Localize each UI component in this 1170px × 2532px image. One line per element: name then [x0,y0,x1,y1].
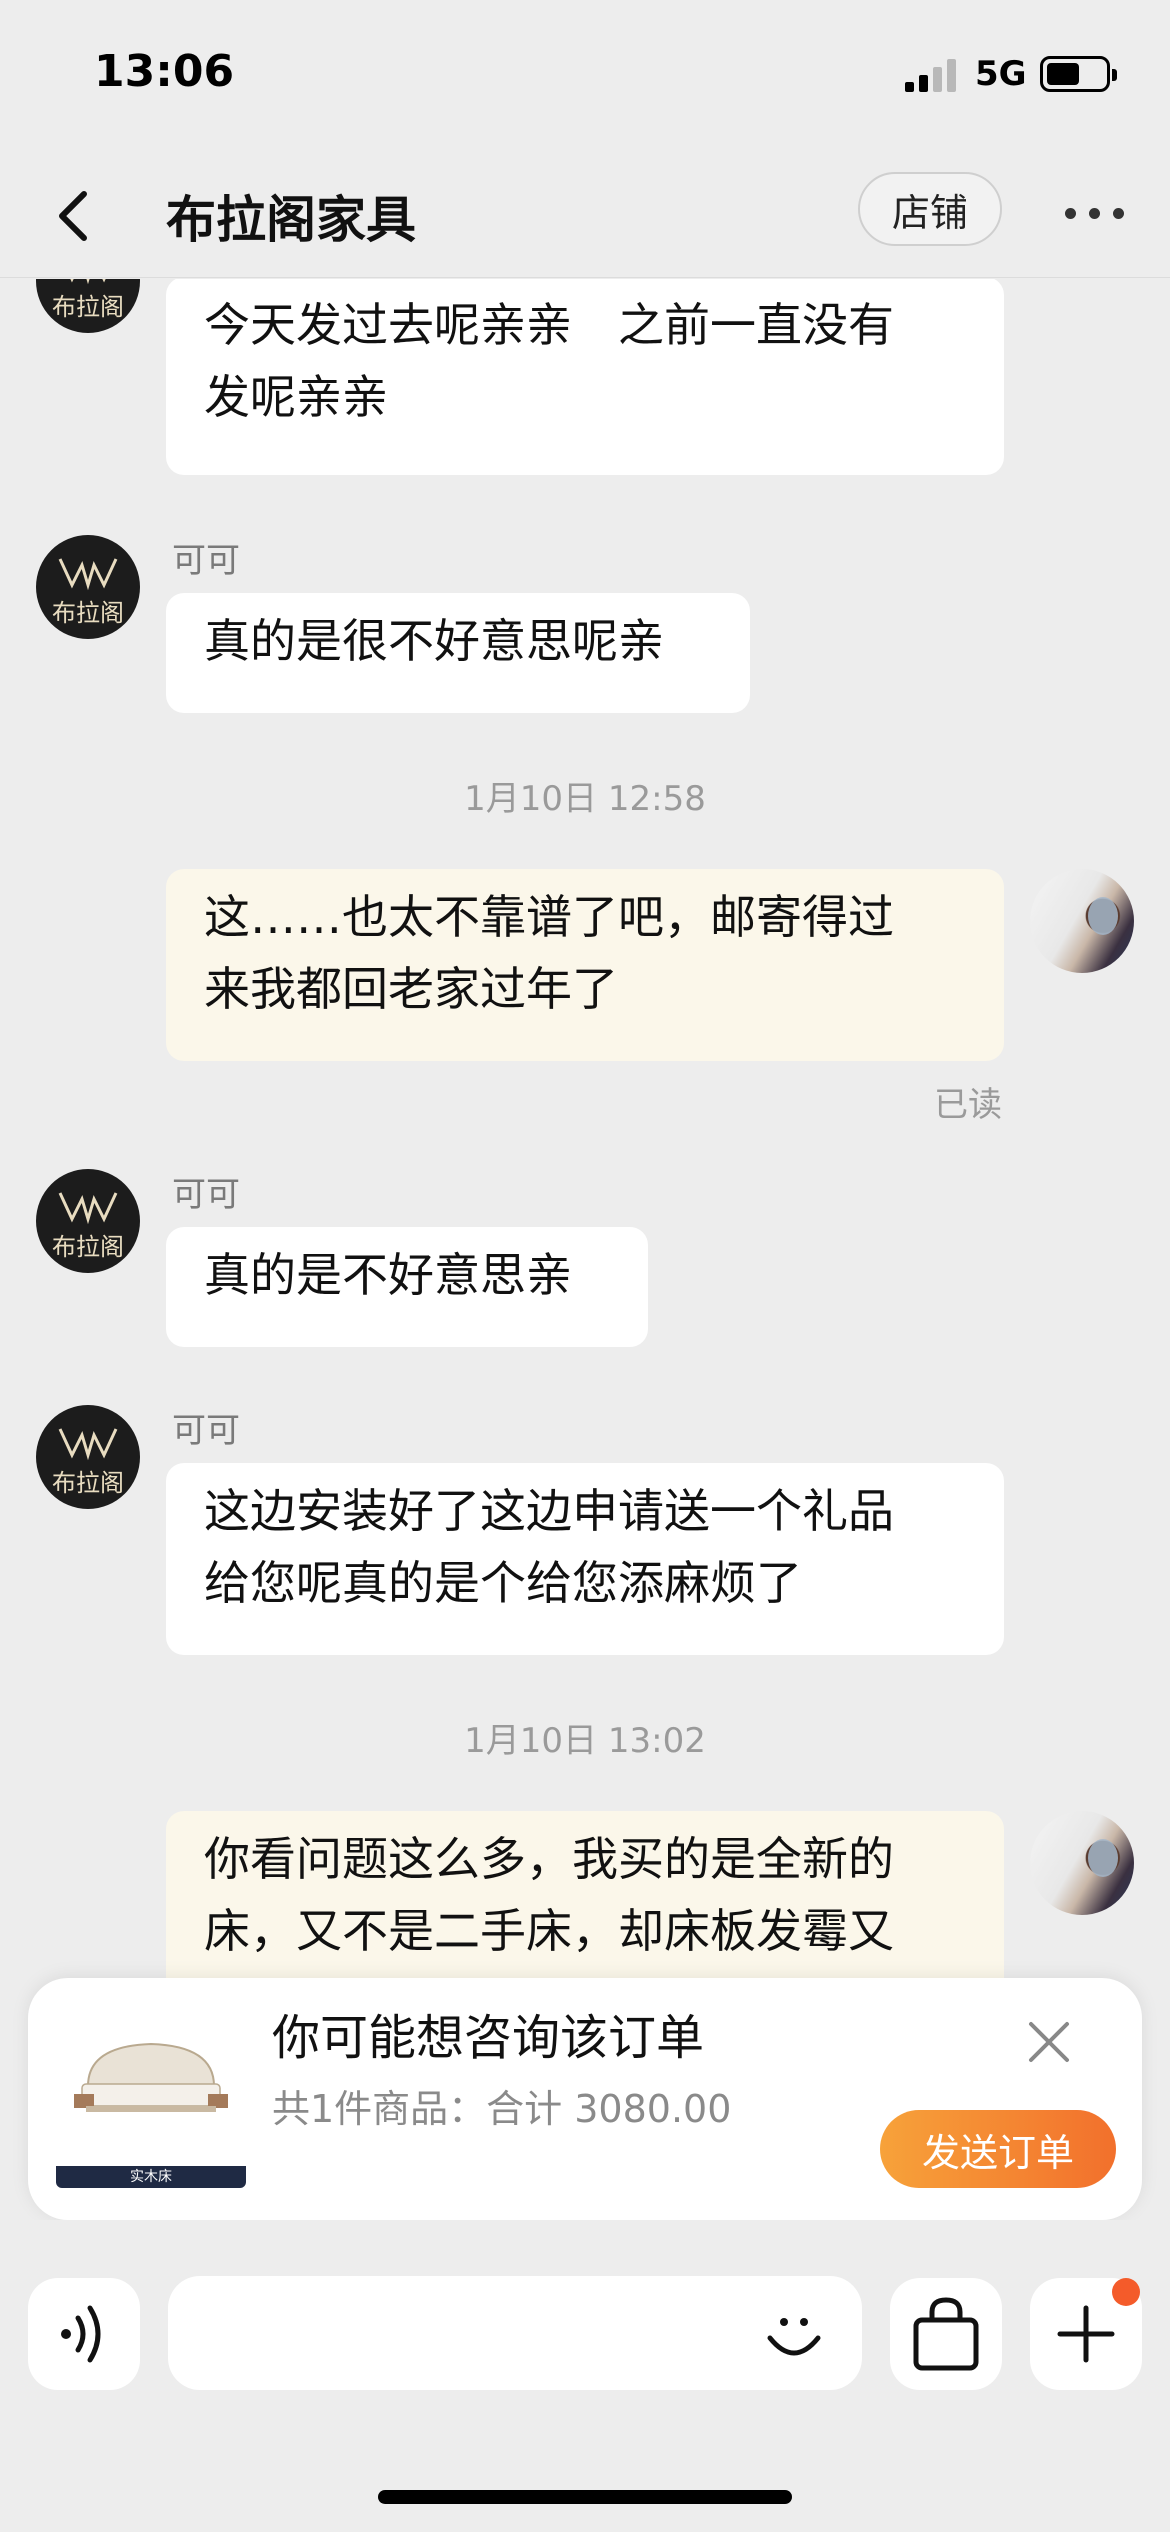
sender-name: 可可 [172,1175,240,1215]
timestamp: 1月10日 13:02 [464,1721,706,1761]
status-time: 13:06 [94,46,235,97]
chat-header: 布拉阁家具 店铺 [0,150,1170,278]
read-receipt: 已读 [934,1085,1002,1125]
shop-avatar[interactable]: 布拉阁 [36,279,140,333]
message-bubble[interactable]: 真的是不好意思亲 [166,1227,648,1347]
network-type: 5G [975,54,1027,94]
product-thumb-label: 实木床 [56,2166,246,2188]
shop-avatar[interactable]: 布拉阁 [36,535,140,639]
timestamp: 1月10日 12:58 [464,779,706,819]
message-input[interactable] [168,2276,862,2390]
voice-button[interactable] [28,2278,140,2390]
message-bubble-mine[interactable]: 这……也太不靠谱了吧，邮寄得过 来我都回老家过年了 [166,869,1004,1061]
send-order-button[interactable]: 发送订单 [880,2110,1116,2188]
sender-name: 可可 [172,1411,240,1451]
order-suggestion-card[interactable]: 实木床 你可能想咨询该订单 共1件商品：合计 3080.00 发送订单 [28,1978,1142,2220]
chevron-left-icon[interactable] [50,186,100,246]
message-bubble[interactable]: 这边安装好了这边申请送一个礼品 给您呢真的是个给您添麻烦了 [166,1463,1004,1655]
user-avatar[interactable] [1030,869,1134,973]
order-card-title: 你可能想咨询该订单 [272,2010,705,2066]
voice-icon [61,2305,101,2363]
message-line: 发呢亲亲 [204,370,388,424]
message-line: 真的是很不好意思呢亲 [204,614,664,668]
notification-dot [1112,2278,1140,2306]
user-avatar[interactable] [1030,1811,1134,1915]
message-bubble-mine[interactable]: 你看问题这么多，我买的是全新的 床，又不是二手床，却床板发霉又 [166,1811,1004,1979]
page-title: 布拉阁家具 [166,191,416,249]
message-line: 来我都回老家过年了 [204,962,618,1016]
status-bar: 13:06 5G [0,0,1170,150]
product-thumbnail[interactable]: 实木床 [56,2026,246,2188]
message-line: 给您呢真的是个给您添麻烦了 [204,1556,802,1610]
message-bubble[interactable]: 今天发过去呢亲亲 之前一直没有 发呢亲亲 [166,279,1004,475]
more-dots-icon[interactable] [1065,208,1125,222]
message-line: 你看问题这么多，我买的是全新的 [204,1832,894,1886]
message-line: 真的是不好意思亲 [204,1248,572,1302]
shop-avatar[interactable]: 布拉阁 [36,1405,140,1509]
shopping-bag-icon [913,2297,979,2371]
input-bar [0,2220,1170,2532]
chat-message-list[interactable]: 布拉阁 今天发过去呢亲亲 之前一直没有 发呢亲亲 布拉阁 可可 真的是很不好意思… [0,279,1170,1979]
shop-avatar[interactable]: 布拉阁 [36,1169,140,1273]
shop-button[interactable]: 店铺 [858,172,1002,246]
close-icon[interactable] [1023,2016,1075,2068]
home-indicator[interactable] [378,2490,792,2504]
order-card-summary: 共1件商品：合计 3080.00 [272,2087,732,2131]
battery-icon [1040,56,1117,92]
emoji-icon[interactable] [762,2304,826,2368]
message-bubble[interactable]: 真的是很不好意思呢亲 [166,593,750,713]
message-line: 这边安装好了这边申请送一个礼品 [204,1484,894,1538]
sender-name: 可可 [172,541,240,581]
message-line: 床，又不是二手床，却床板发霉又 [204,1904,894,1958]
signal-icon [905,58,957,92]
shopping-bag-button[interactable] [890,2278,1002,2390]
message-line: 今天发过去呢亲亲 之前一直没有 [204,298,894,352]
message-line: 这……也太不靠谱了吧，邮寄得过 [204,890,894,944]
